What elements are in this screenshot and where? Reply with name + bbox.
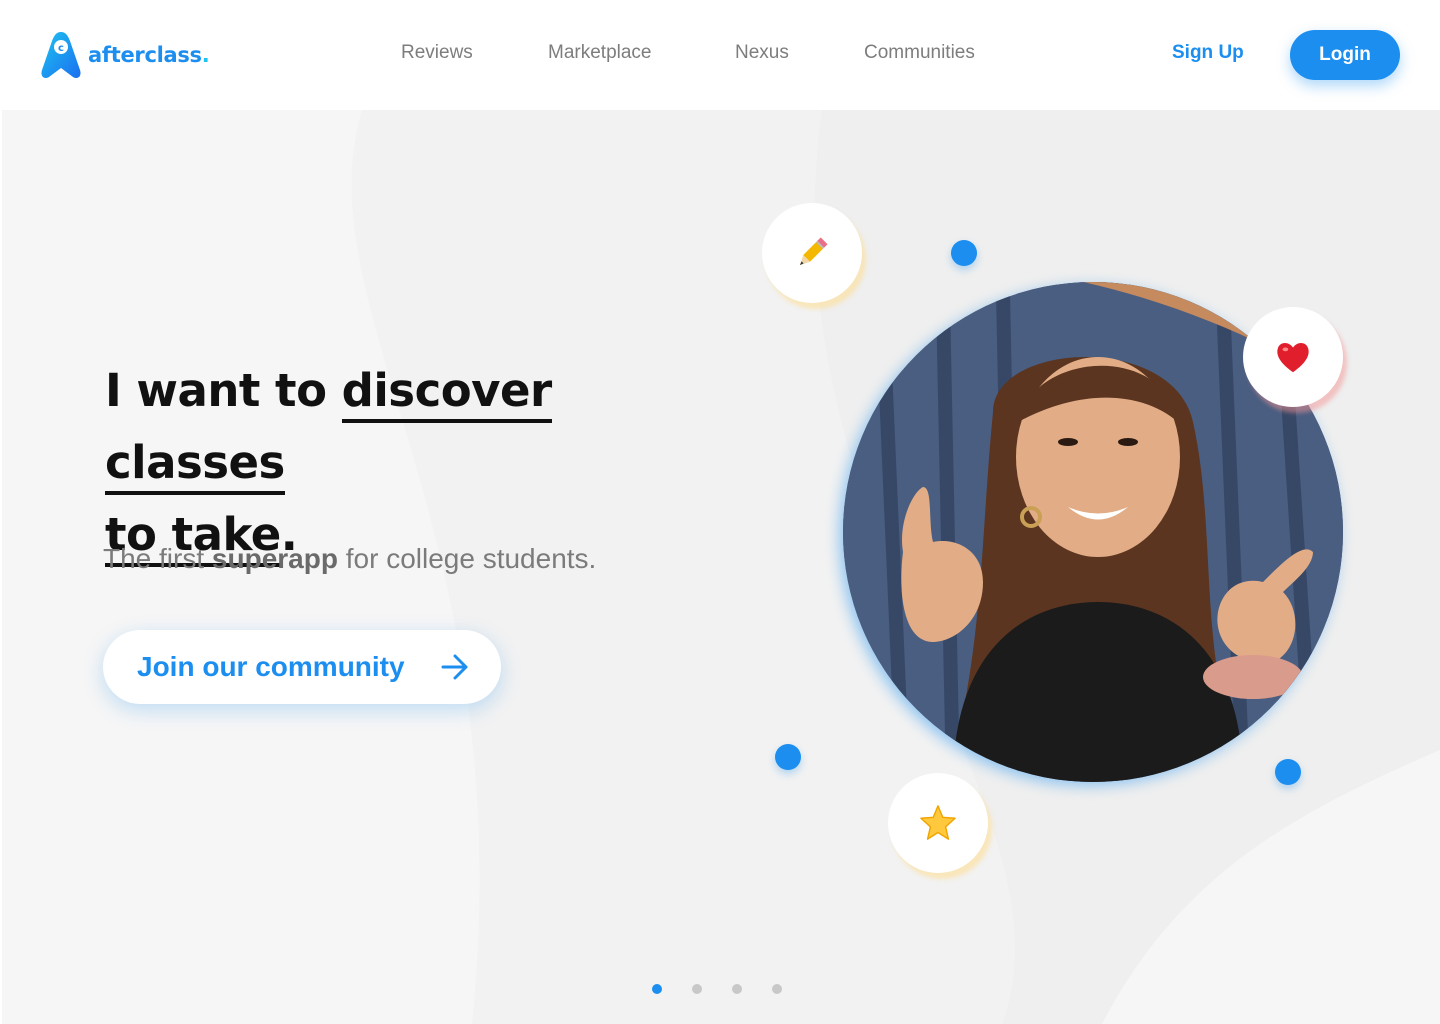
pencil-icon [799, 237, 828, 266]
nav-reviews[interactable]: Reviews [401, 42, 473, 64]
nav-nexus[interactable]: Nexus [735, 42, 789, 64]
hero-subtitle: The first superapp for college students. [103, 543, 597, 574]
decorative-dot [775, 744, 801, 770]
site-header: c afterclass. Reviews Marketplace Nexus … [0, 0, 1440, 110]
heart-icon [1277, 342, 1309, 373]
heart-bubble [1243, 307, 1343, 407]
nav-marketplace[interactable]: Marketplace [548, 42, 652, 64]
carousel-pagination [652, 984, 782, 994]
signup-link[interactable]: Sign Up [1172, 42, 1244, 64]
arrow-right-icon [441, 654, 468, 680]
login-button[interactable]: Login [1290, 30, 1400, 80]
star-icon [920, 805, 956, 840]
hero-headline: I want to discover classes to take. [105, 355, 745, 571]
join-community-button[interactable]: Join our community [103, 630, 501, 704]
nav-communities[interactable]: Communities [864, 42, 975, 64]
decorative-dot [1275, 759, 1301, 785]
carousel-dot-2[interactable] [692, 984, 702, 994]
pencil-bubble [762, 203, 862, 303]
carousel-dot-4[interactable] [772, 984, 782, 994]
join-community-label: Join our community [137, 651, 405, 682]
carousel-dot-3[interactable] [732, 984, 742, 994]
decorative-dot [951, 240, 977, 266]
carousel-dot-1[interactable] [652, 984, 662, 994]
star-bubble [888, 773, 988, 873]
hero-section: I want to discover classes to take. The f… [2, 110, 1440, 1024]
